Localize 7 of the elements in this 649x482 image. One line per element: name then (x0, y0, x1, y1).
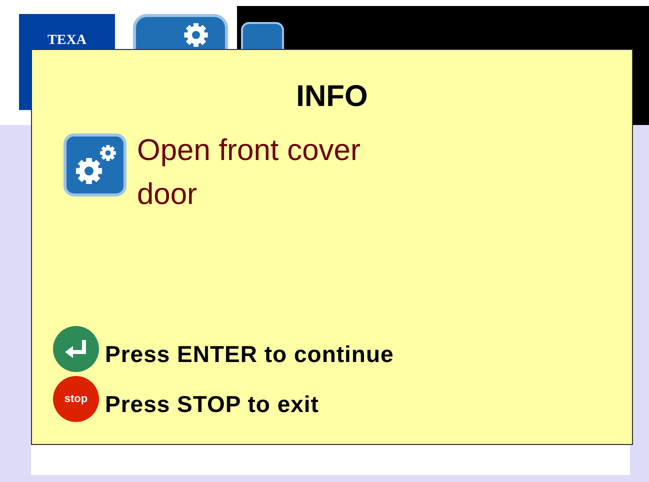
action-hint: Press ENTER to continue (105, 340, 394, 369)
dialog-title: INFO (295, 79, 369, 115)
stop-icon: stop (53, 376, 99, 422)
gear-icon (63, 133, 127, 197)
action-hint: Press STOP to exit (105, 390, 319, 419)
enter-icon (53, 326, 99, 372)
dialog-message: Open front cover door (137, 133, 362, 213)
